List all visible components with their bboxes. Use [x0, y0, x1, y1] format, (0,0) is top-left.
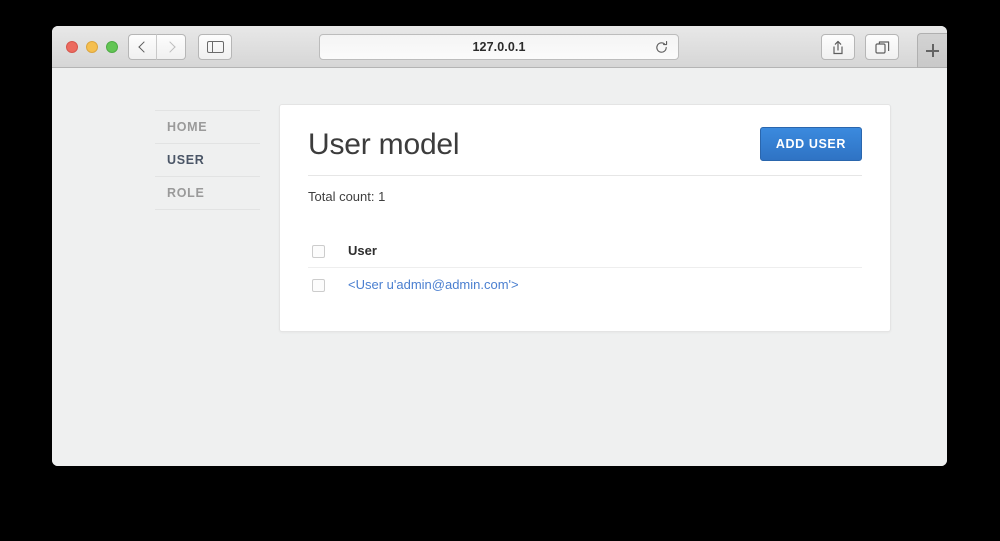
browser-toolbar: 127.0.0.1	[52, 26, 947, 68]
share-button[interactable]	[821, 34, 855, 60]
tab-overview-button[interactable]	[865, 34, 899, 60]
table-row: <User u'admin@admin.com'>	[308, 268, 862, 302]
forward-button[interactable]	[157, 34, 186, 60]
sidebar-nav: HOME USER ROLE	[155, 104, 260, 210]
sidebar-item-label: HOME	[167, 120, 207, 134]
table-body: <User u'admin@admin.com'>	[308, 268, 862, 302]
reload-icon[interactable]	[654, 40, 669, 55]
sidebar-item-role[interactable]: ROLE	[155, 177, 260, 210]
sidebar-item-label: USER	[167, 153, 205, 167]
sidebar-toggle-button[interactable]	[198, 34, 232, 60]
content-wrapper: HOME USER ROLE User model ADD USER Total…	[155, 104, 891, 332]
user-table: User <User u'admin@admin.com'>	[308, 234, 862, 301]
address-bar[interactable]: 127.0.0.1	[319, 34, 679, 60]
new-tab-button[interactable]	[917, 33, 947, 68]
chevron-left-icon	[138, 41, 149, 52]
select-all-cell	[308, 234, 344, 268]
chevron-right-icon	[164, 41, 175, 52]
window-controls	[66, 41, 118, 53]
row-checkbox[interactable]	[312, 279, 325, 292]
browser-window: 127.0.0.1	[52, 26, 947, 466]
plus-icon	[926, 44, 939, 57]
url-text: 127.0.0.1	[472, 40, 525, 54]
page-title: User model	[308, 128, 459, 161]
column-header-user: User	[344, 234, 862, 268]
table-header-row: User	[308, 234, 862, 268]
back-button[interactable]	[128, 34, 157, 60]
model-card: User model ADD USER Total count: 1 User	[279, 104, 891, 332]
select-all-checkbox[interactable]	[312, 245, 325, 258]
page-content: HOME USER ROLE User model ADD USER Total…	[52, 68, 947, 466]
total-count-label: Total count: 1	[308, 189, 862, 204]
row-select-cell	[308, 268, 344, 302]
minimize-window-button[interactable]	[86, 41, 98, 53]
toolbar-right-buttons	[821, 34, 899, 60]
share-icon	[831, 40, 845, 55]
sidebar-item-user[interactable]: USER	[155, 144, 260, 177]
zoom-window-button[interactable]	[106, 41, 118, 53]
tabs-icon	[875, 40, 890, 55]
navigation-buttons	[128, 34, 186, 60]
sidebar-item-home[interactable]: HOME	[155, 110, 260, 144]
row-user-cell: <User u'admin@admin.com'>	[344, 268, 862, 302]
sidebar-item-label: ROLE	[167, 186, 205, 200]
close-window-button[interactable]	[66, 41, 78, 53]
table-header: User	[308, 234, 862, 268]
sidebar-icon	[207, 41, 224, 53]
add-user-button[interactable]: ADD USER	[760, 127, 862, 161]
card-header: User model ADD USER	[308, 127, 862, 176]
user-record-link[interactable]: <User u'admin@admin.com'>	[348, 277, 519, 292]
